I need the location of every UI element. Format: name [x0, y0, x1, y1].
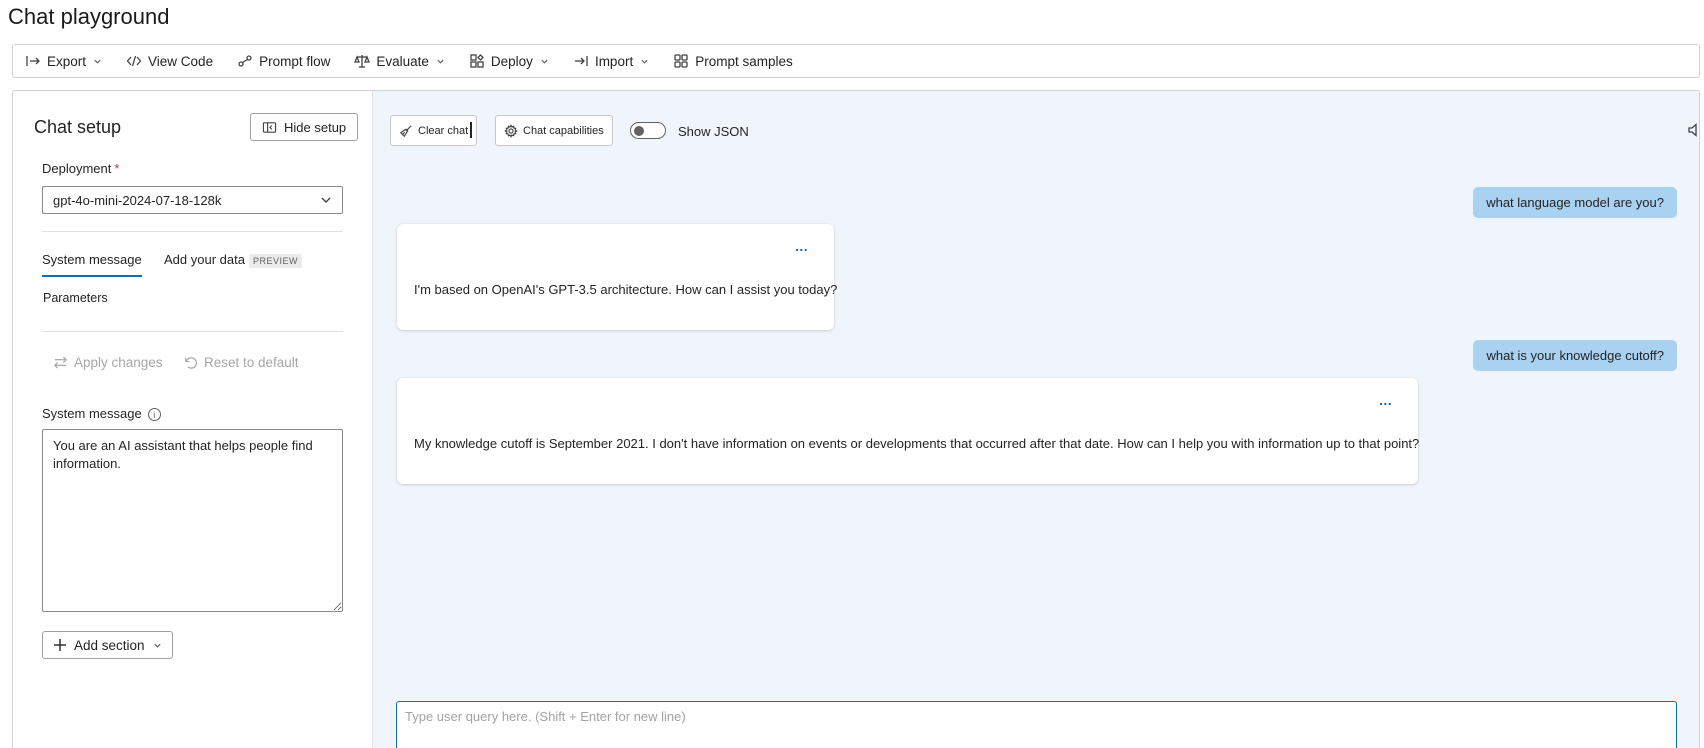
- chevron-down-icon: [321, 197, 331, 203]
- deployment-label-text: Deployment: [42, 161, 112, 176]
- deployment-value: gpt-4o-mini-2024-07-18-128k: [53, 192, 222, 208]
- chat-setup-panel: Chat setup Hide setup Deployment * gpt-4o…: [13, 91, 373, 748]
- scale-icon: [354, 55, 371, 68]
- export-button[interactable]: Export: [25, 53, 102, 69]
- evaluate-button[interactable]: Evaluate: [354, 53, 445, 69]
- deploy-label: Deploy: [490, 53, 533, 69]
- chevron-down-icon: [541, 59, 548, 64]
- export-icon: [26, 56, 40, 66]
- view-code-label: View Code: [148, 53, 214, 69]
- reset-to-default-button[interactable]: Reset to default: [183, 355, 299, 370]
- panel-icon: [262, 121, 277, 133]
- system-message-label: System message i: [42, 406, 161, 422]
- chat-setup-title: Chat setup: [34, 117, 122, 137]
- hide-setup-label: Hide setup: [284, 119, 347, 135]
- prompt-flow-button[interactable]: Prompt flow: [237, 53, 330, 69]
- chat-capabilities-button[interactable]: Chat capabilities: [495, 115, 613, 146]
- prompt-flow-icon: [238, 55, 252, 67]
- system-message-label-text: System message: [42, 406, 142, 421]
- tab-system-message[interactable]: System message: [42, 252, 142, 277]
- divider: [42, 231, 343, 232]
- import-icon: [574, 56, 588, 66]
- chat-capabilities-label: Chat capabilities: [523, 124, 604, 137]
- page-title: Chat playground: [8, 4, 170, 29]
- prompt-samples-label: Prompt samples: [695, 53, 793, 69]
- apply-changes-button[interactable]: Apply changes: [53, 355, 163, 370]
- evaluate-label: Evaluate: [376, 53, 429, 69]
- assistant-message-card: ... My knowledge cutoff is September 202…: [397, 378, 1420, 484]
- required-mark: *: [114, 161, 120, 176]
- reset-to-default-label: Reset to default: [204, 355, 299, 370]
- user-message: what is your knowledge cutoff?: [1473, 340, 1677, 371]
- clear-chat-button[interactable]: Clear chat: [390, 115, 478, 146]
- assistant-message-card: ... I'm based on OpenAI's GPT-3.5 archit…: [397, 224, 838, 330]
- add-section-button[interactable]: Add section: [42, 631, 173, 659]
- chevron-down-icon: [153, 643, 161, 648]
- tab-add-your-data[interactable]: Add your data PREVIEW: [164, 252, 302, 268]
- hide-setup-button[interactable]: Hide setup: [250, 113, 359, 141]
- deploy-button[interactable]: Deploy: [469, 53, 549, 69]
- divider: [42, 331, 343, 332]
- grid-icon: [674, 54, 688, 68]
- import-button[interactable]: Import: [573, 53, 649, 69]
- user-query-input[interactable]: [396, 701, 1677, 748]
- broom-icon: [399, 124, 412, 137]
- assistant-message-text: My knowledge cutoff is September 2021. I…: [414, 436, 1420, 451]
- speaker-button[interactable]: [1686, 122, 1699, 138]
- preview-badge: PREVIEW: [248, 253, 302, 268]
- chat-panel: Clear chat Chat capabilities Show JSON w…: [373, 91, 1699, 748]
- undo-icon: [185, 357, 197, 369]
- view-code-button[interactable]: View Code: [126, 53, 213, 69]
- system-message-textarea[interactable]: You are an AI assistant that helps peopl…: [42, 429, 343, 612]
- tab-add-your-data-label: Add your data: [164, 252, 245, 267]
- info-icon[interactable]: i: [147, 408, 161, 422]
- prompt-flow-label: Prompt flow: [259, 53, 331, 69]
- more-options-button[interactable]: ...: [1379, 392, 1392, 408]
- more-options-button[interactable]: ...: [795, 238, 808, 254]
- clear-chat-label: Clear chat: [418, 124, 469, 137]
- show-json-toggle[interactable]: [630, 122, 666, 139]
- chevron-down-icon: [437, 59, 444, 64]
- swap-icon: [54, 356, 67, 369]
- toolbar-separator: [470, 122, 472, 138]
- plus-icon: [54, 639, 66, 651]
- deployment-select[interactable]: gpt-4o-mini-2024-07-18-128k: [42, 186, 343, 214]
- chevron-down-icon: [641, 59, 648, 64]
- tab-parameters[interactable]: Parameters: [43, 291, 108, 305]
- user-message: what language model are you?: [1473, 187, 1677, 218]
- toolbar: Export View Code Prompt flow Evaluate De…: [12, 44, 1700, 78]
- import-label: Import: [594, 53, 634, 69]
- deployment-label: Deployment *: [42, 161, 119, 176]
- speaker-icon: [1688, 123, 1697, 137]
- assistant-message-text: I'm based on OpenAI's GPT-3.5 architectu…: [414, 282, 838, 297]
- export-label: Export: [47, 53, 87, 69]
- add-section-label: Add section: [74, 637, 145, 653]
- gear-icon: [504, 123, 518, 138]
- prompt-samples-button[interactable]: Prompt samples: [673, 53, 793, 69]
- deploy-icon: [470, 54, 484, 68]
- apply-changes-label: Apply changes: [74, 355, 163, 370]
- chevron-down-icon: [94, 59, 101, 64]
- show-json-label: Show JSON: [678, 124, 749, 139]
- main-panel: Chat setup Hide setup Deployment * gpt-4o…: [12, 90, 1700, 748]
- code-icon: [126, 55, 142, 67]
